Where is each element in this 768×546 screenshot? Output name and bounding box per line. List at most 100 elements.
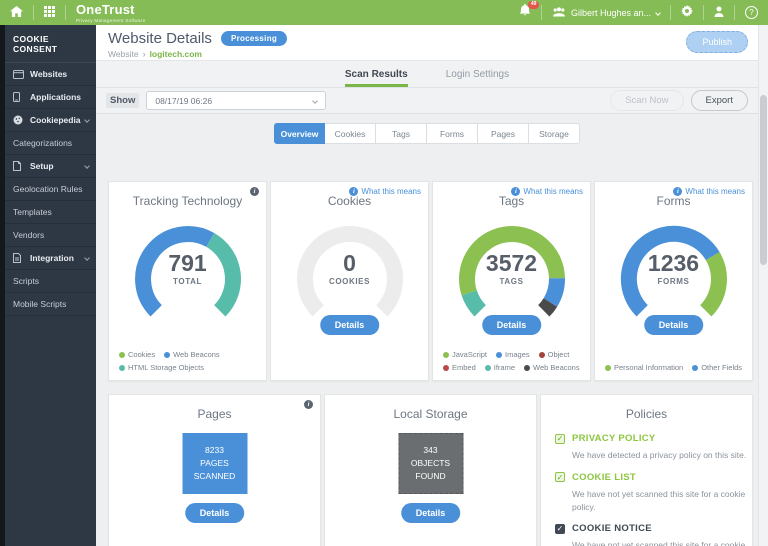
card-title: Policies: [541, 407, 752, 421]
sidebar-item-integration[interactable]: Integration: [5, 247, 96, 270]
legend-dot: [443, 365, 449, 371]
subtab-pages[interactable]: Pages: [478, 123, 529, 144]
gauge-label: FORMS: [614, 277, 734, 286]
tab-scan-results[interactable]: Scan Results: [345, 69, 408, 87]
card-title: Tracking Technology: [109, 194, 266, 208]
breadcrumb: Website › logitech.com: [108, 49, 746, 59]
brand-logo: OneTrust Privacy Management Software: [76, 2, 145, 24]
legend-dot: [485, 365, 491, 371]
breadcrumb-parent: Website: [108, 49, 139, 59]
legend-item-object: Object: [539, 350, 570, 359]
breadcrumb-separator: ›: [143, 49, 146, 59]
card-title: Forms: [595, 194, 752, 208]
legend-label: Cookies: [128, 350, 155, 359]
sidebar-item-vendors[interactable]: Vendors: [5, 224, 96, 247]
sidebar-item-geolocation-rules[interactable]: Geolocation Rules: [5, 178, 96, 201]
legend-item-cookies: Cookies: [119, 350, 155, 359]
details-button[interactable]: Details: [320, 315, 380, 335]
legend-dot: [605, 365, 611, 371]
help-button[interactable]: ?: [735, 0, 768, 25]
tracking-technology-card: i Tracking Technology 791 TOTAL CookiesW…: [108, 181, 267, 381]
legend-dot: [119, 365, 125, 371]
legend-label: Iframe: [494, 363, 515, 372]
legend-label: HTML Storage Objects: [128, 363, 204, 372]
gauge-value: 791: [128, 252, 248, 275]
sidebar-item-scripts[interactable]: Scripts: [5, 270, 96, 293]
subtab-tags[interactable]: Tags: [376, 123, 427, 144]
tab-login-settings[interactable]: Login Settings: [446, 69, 509, 87]
sidebar-item-mobile-scripts[interactable]: Mobile Scripts: [5, 293, 96, 316]
sidebar-item-setup[interactable]: Setup: [5, 155, 96, 178]
sidebar-item-categorizations[interactable]: Categorizations: [5, 132, 96, 155]
legend: JavaScript Images Object Embed Iframe Web Bea…: [443, 350, 586, 372]
stat-label: SCANNED: [194, 470, 236, 483]
scan-now-button[interactable]: Scan Now: [610, 90, 683, 111]
top-navigation-bar: OneTrust Privacy Management Software 49 …: [0, 0, 768, 25]
policy-item-cookie-notice: ✓COOKIE NOTICEWe have not yet scanned th…: [541, 523, 752, 546]
brand-name: OneTrust: [76, 2, 135, 17]
home-button[interactable]: [0, 0, 33, 25]
sidebar-item-label: Geolocation Rules: [13, 184, 82, 194]
sidebar-item-applications[interactable]: Applications: [5, 86, 96, 109]
legend-label: Personal Information: [614, 363, 683, 372]
publish-button[interactable]: Publish: [686, 31, 748, 53]
legend-dot: [539, 352, 545, 358]
card-title: Local Storage: [325, 407, 536, 421]
users-icon: [552, 7, 566, 19]
page-header: Website Details Processing Website › log…: [96, 25, 758, 60]
details-button[interactable]: Details: [482, 315, 542, 335]
subtab-overview[interactable]: Overview: [274, 123, 325, 144]
gauge-label: TOTAL: [128, 277, 248, 286]
chevron-down-icon: [655, 10, 661, 16]
sidebar-item-cookiepedia[interactable]: Cookiepedia: [5, 109, 96, 132]
policy-label: PRIVACY POLICY: [572, 433, 656, 444]
vertical-scrollbar[interactable]: [758, 25, 768, 546]
user-menu[interactable]: Gilbert Hughes an...: [542, 0, 670, 25]
legend: Cookies Web Beacons HTML Storage Objects: [119, 350, 262, 372]
scan-results-content: OverviewCookiesTagsFormsPagesStorage i T…: [96, 113, 758, 546]
legend-item-personal-information: Personal Information: [605, 363, 683, 372]
sidebar-item-websites[interactable]: Websites: [5, 63, 96, 86]
sidebar-title: COOKIE CONSENT: [5, 25, 96, 63]
integration-icon: [13, 253, 26, 263]
legend-item-embed: Embed: [443, 363, 476, 372]
details-button[interactable]: Details: [644, 315, 704, 335]
brand-tagline: Privacy Management Software: [76, 19, 145, 24]
legend-label: Object: [548, 350, 570, 359]
sidebar-item-label: Templates: [13, 207, 52, 217]
subtab-cookies[interactable]: Cookies: [325, 123, 376, 144]
browser-icon: [13, 70, 26, 79]
sidebar: COOKIE CONSENT Websites Applications Cooki…: [0, 25, 96, 546]
local-storage-card: Local Storage 343 OBJECTS FOUND Details: [324, 394, 537, 546]
settings-button[interactable]: [671, 0, 703, 25]
stat-value: 8233: [205, 444, 224, 457]
breadcrumb-current[interactable]: logitech.com: [150, 49, 202, 59]
policies-card: Policies ✓PRIVACY POLICYWe have detected…: [540, 394, 753, 546]
details-button[interactable]: Details: [401, 503, 461, 523]
legend-label: Images: [505, 350, 530, 359]
scan-toolbar: Show 08/17/19 06:26 Scan Now Export: [96, 87, 758, 113]
scan-date-select[interactable]: 08/17/19 06:26: [146, 91, 326, 110]
apps-grid-button[interactable]: [34, 0, 65, 25]
policy-description: We have not yet scanned this site for a …: [572, 539, 754, 546]
chevron-down-icon: [84, 117, 90, 123]
profile-button[interactable]: [704, 0, 734, 25]
export-button[interactable]: Export: [691, 90, 748, 111]
sidebar-item-label: Applications: [30, 92, 81, 102]
legend-label: JavaScript: [452, 350, 487, 359]
gear-icon: [681, 4, 693, 22]
legend-item-web-beacons: Web Beacons: [524, 363, 580, 372]
gauge-value: 0: [290, 252, 410, 275]
show-label: Show: [106, 93, 139, 108]
legend-item-web-beacons: Web Beacons: [164, 350, 220, 359]
notifications-button[interactable]: 49: [509, 0, 541, 25]
subtab-forms[interactable]: Forms: [427, 123, 478, 144]
subtab-storage[interactable]: Storage: [529, 123, 580, 144]
scrollbar-thumb[interactable]: [760, 95, 767, 265]
sidebar-item-templates[interactable]: Templates: [5, 201, 96, 224]
apps-grid-icon: [44, 4, 55, 22]
sidebar-item-label: Integration: [30, 253, 74, 263]
legend-item-javascript: JavaScript: [443, 350, 487, 359]
chevron-down-icon: [84, 255, 90, 261]
details-button[interactable]: Details: [185, 503, 245, 523]
